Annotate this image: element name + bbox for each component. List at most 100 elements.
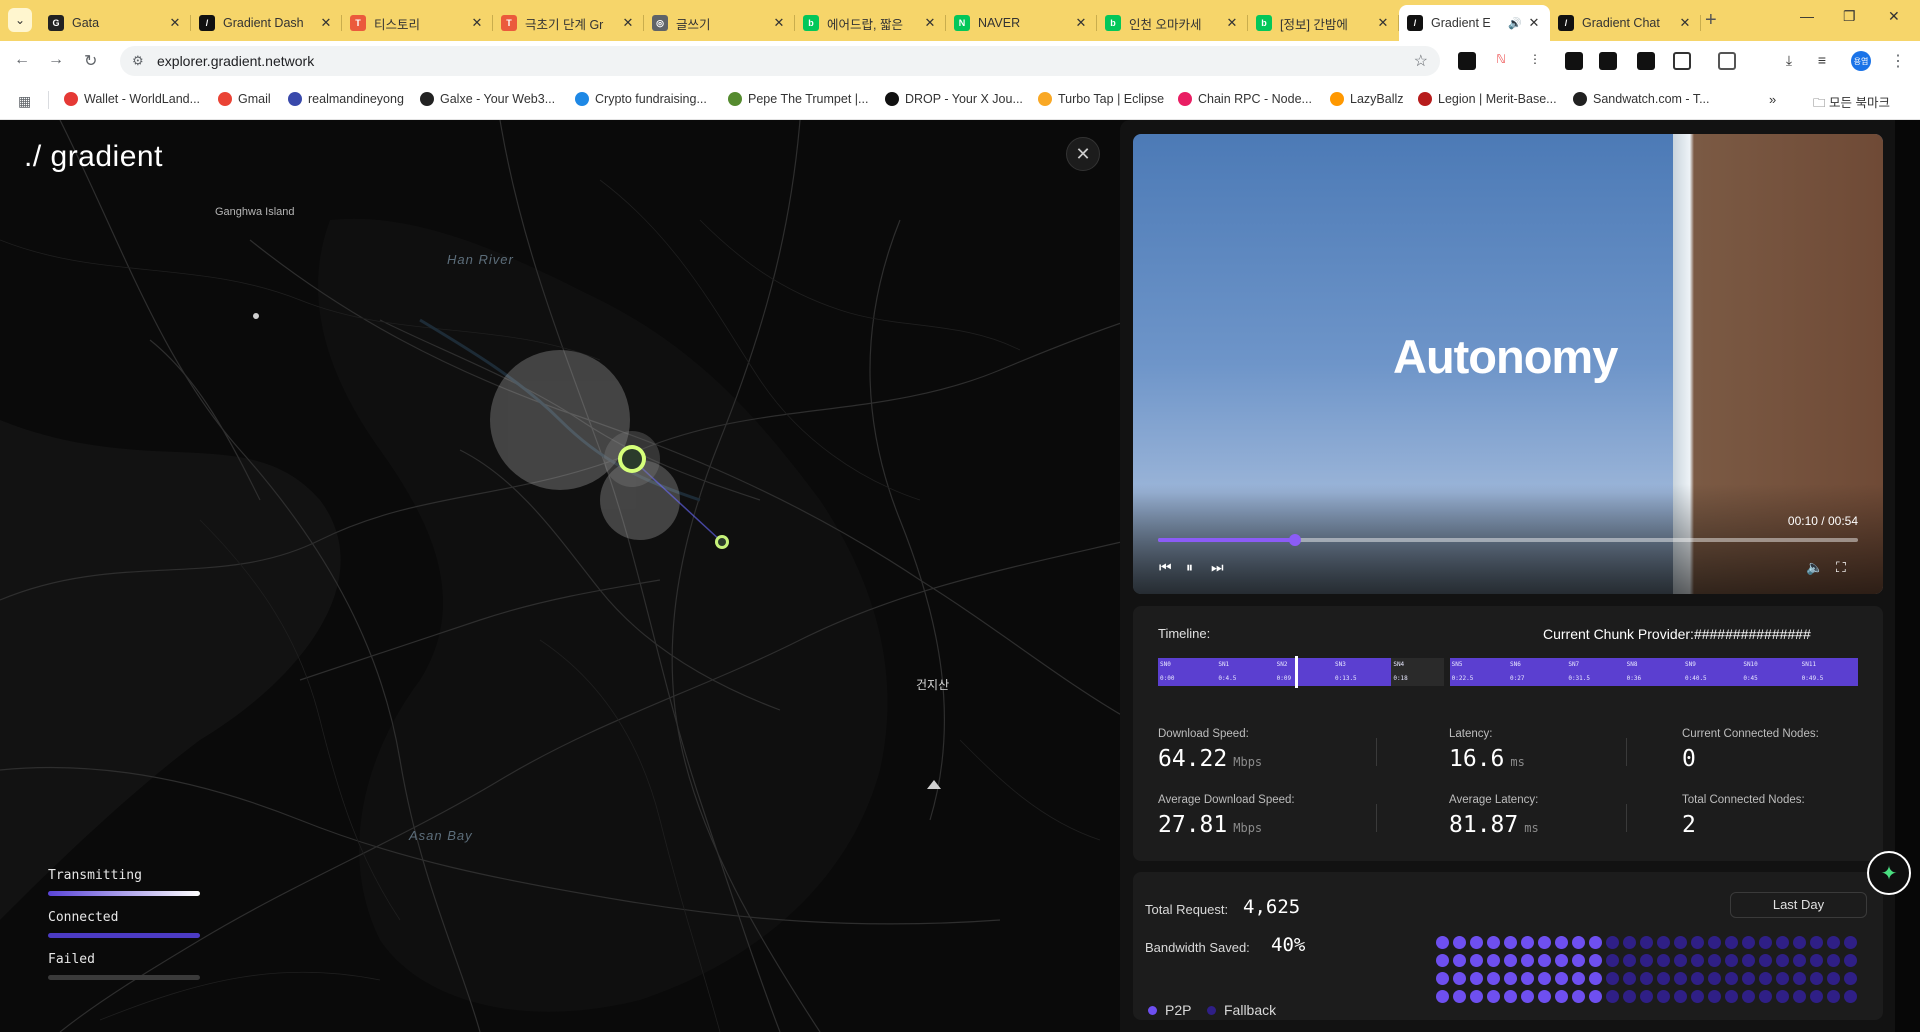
tab-close-icon[interactable]: ✕: [167, 15, 183, 31]
minimize-button[interactable]: —: [1800, 8, 1814, 24]
fallback-dot: [1674, 954, 1687, 967]
tab-title: 인천 오마카세: [1129, 17, 1202, 32]
video-player[interactable]: Autonomy 00:10 / 00:54 ⏮ ⏸ ⏭ 🔈 ⛶: [1133, 134, 1883, 594]
browser-tab[interactable]: N NAVER ✕: [946, 7, 1097, 39]
extension-dice-icon[interactable]: [1637, 52, 1655, 70]
browser-menu-button[interactable]: ⋮: [1890, 51, 1906, 71]
download-icon[interactable]: ⤓: [1780, 52, 1798, 70]
window-close-button[interactable]: ✕: [1888, 8, 1900, 25]
latency-unit: ms: [1510, 755, 1525, 769]
chunk-provider-label: Current Chunk Provider:: [1543, 626, 1694, 642]
tab-close-icon[interactable]: ✕: [1224, 15, 1240, 31]
p2p-dot: [1555, 954, 1568, 967]
tab-search-button[interactable]: ⌄: [8, 8, 32, 32]
tab-close-icon[interactable]: ✕: [922, 15, 938, 31]
extension-x-icon[interactable]: [1599, 52, 1617, 70]
forward-button[interactable]: →: [48, 51, 64, 69]
video-progress-handle[interactable]: [1288, 534, 1301, 546]
timeline-node-label: SN4: [1393, 661, 1405, 668]
legend-transmitting: Transmitting: [48, 868, 200, 896]
browser-tab[interactable]: T 극초기 단계 Gr ✕: [493, 7, 644, 39]
chunk-timeline[interactable]: SN0 0:00 SN1 0:4.5 SN2 0:09 SN3 0:13.5 SN4 0:18 SN…: [1158, 656, 1858, 688]
p2p-dot: [1521, 972, 1534, 985]
avg-download-unit: Mbps: [1233, 821, 1263, 835]
fallback-dot: [1827, 990, 1840, 1003]
tab-close-icon[interactable]: ✕: [620, 15, 636, 31]
browser-tab[interactable]: / Gradient Chat ✕: [1550, 7, 1701, 39]
tab-audio-icon[interactable]: 🔊: [1508, 17, 1522, 30]
legend-failed-label: Failed: [48, 952, 95, 967]
p2p-dot: [1487, 990, 1500, 1003]
extension-tree-icon[interactable]: ⋮: [1526, 52, 1544, 70]
bookmark-item[interactable]: LazyBallz: [1330, 92, 1404, 106]
tab-close-icon[interactable]: ✕: [318, 15, 334, 31]
tab-favicon-icon: b: [1105, 15, 1121, 31]
browser-tab[interactable]: / Gradient Dash ✕: [191, 7, 342, 39]
tab-close-icon[interactable]: ✕: [469, 15, 485, 31]
time-range-button[interactable]: Last Day: [1730, 892, 1867, 918]
bookmark-item[interactable]: Crypto fundraising...: [575, 92, 707, 106]
p2p-swatch: [1148, 1005, 1157, 1015]
total-request-label: Total Request:: [1145, 902, 1229, 917]
fallback-dot: [1742, 936, 1755, 949]
extension-black-square-icon[interactable]: [1565, 52, 1583, 70]
bookmark-star-icon[interactable]: ☆: [1414, 51, 1428, 71]
site-info-icon[interactable]: ⚙: [132, 53, 144, 69]
extensions-puzzle-icon[interactable]: [1673, 52, 1691, 70]
restore-button[interactable]: ❐: [1843, 8, 1856, 25]
apps-grid-icon[interactable]: ▦: [18, 93, 31, 110]
p2p-dot: [1453, 954, 1466, 967]
bookmark-item[interactable]: Legion | Merit-Base...: [1418, 92, 1557, 106]
browser-tab[interactable]: T 티스토리 ✕: [342, 7, 493, 39]
bookmark-item[interactable]: Pepe The Trumpet |...: [728, 92, 868, 106]
bookmark-item[interactable]: Galxe - Your Web3...: [420, 92, 555, 106]
gradient-logo[interactable]: ./ gradient: [24, 140, 163, 174]
next-button[interactable]: ⏭: [1211, 559, 1224, 576]
tab-close-icon[interactable]: ✕: [1526, 15, 1542, 31]
close-panel-button[interactable]: ✕: [1066, 137, 1100, 171]
fallback-dot: [1640, 954, 1653, 967]
previous-button[interactable]: ⏮: [1159, 559, 1172, 576]
network-map[interactable]: ./ gradient Ganghwa Island Han River Asa…: [0, 120, 1130, 1032]
bookmark-item[interactable]: Turbo Tap | Eclipse: [1038, 92, 1164, 106]
extension-gradient-icon[interactable]: [1458, 52, 1476, 70]
browser-tab[interactable]: b 에어드랍, 짧은 ✕: [795, 7, 946, 39]
bookmark-item[interactable]: Chain RPC - Node...: [1178, 92, 1312, 106]
explorer-page: ./ gradient Ganghwa Island Han River Asa…: [0, 120, 1920, 1032]
browser-tab[interactable]: b [정보] 간밤에 ✕: [1248, 7, 1399, 39]
browser-tab[interactable]: b 인천 오마카세 ✕: [1097, 7, 1248, 39]
timeline-playhead[interactable]: [1294, 656, 1298, 688]
reload-button[interactable]: ↻: [84, 51, 97, 71]
tab-close-icon[interactable]: ✕: [1677, 15, 1693, 31]
tab-close-icon[interactable]: ✕: [1073, 15, 1089, 31]
bookmarks-overflow-button[interactable]: »: [1769, 92, 1776, 107]
tab-close-icon[interactable]: ✕: [1375, 15, 1391, 31]
profile-avatar[interactable]: 용엽: [1851, 51, 1871, 71]
volume-button[interactable]: 🔈: [1806, 559, 1823, 576]
browser-tab[interactable]: G Gata ✕: [40, 7, 191, 39]
legend-connected-bar: [48, 933, 200, 938]
assistant-button[interactable]: ✦: [1867, 851, 1911, 895]
bookmark-item[interactable]: DROP - Your X Jou...: [885, 92, 1023, 106]
back-button[interactable]: ←: [14, 51, 30, 69]
fallback-dot: [1742, 972, 1755, 985]
translate-icon[interactable]: [1718, 52, 1736, 70]
tab-close-icon[interactable]: ✕: [771, 15, 787, 31]
browser-tab[interactable]: / Gradient E 🔊 ✕: [1399, 5, 1550, 41]
bookmark-item[interactable]: realmandineyong: [288, 92, 404, 106]
new-tab-button[interactable]: +: [1705, 9, 1717, 32]
browser-tab[interactable]: ◎ 글쓰기 ✕: [644, 7, 795, 39]
bookmark-item[interactable]: Sandwatch.com - T...: [1573, 92, 1710, 106]
timeline-time-label: 0:22.5: [1451, 675, 1474, 682]
all-bookmarks-folder[interactable]: 🗀 모든 북마크: [1813, 92, 1890, 115]
address-bar[interactable]: ⚙ explorer.gradient.network ☆: [120, 46, 1440, 76]
extension-n-icon[interactable]: ℕ: [1492, 52, 1510, 70]
bookmark-item[interactable]: Gmail: [218, 92, 271, 106]
fullscreen-button[interactable]: ⛶: [1836, 559, 1846, 576]
video-progress-track[interactable]: [1158, 534, 1858, 546]
pause-button[interactable]: ⏸: [1186, 559, 1193, 576]
bookmark-item[interactable]: Wallet - WorldLand...: [64, 92, 200, 106]
media-control-icon[interactable]: ≡: [1813, 52, 1831, 70]
fallback-dot: [1776, 972, 1789, 985]
p2p-dot: [1589, 954, 1602, 967]
